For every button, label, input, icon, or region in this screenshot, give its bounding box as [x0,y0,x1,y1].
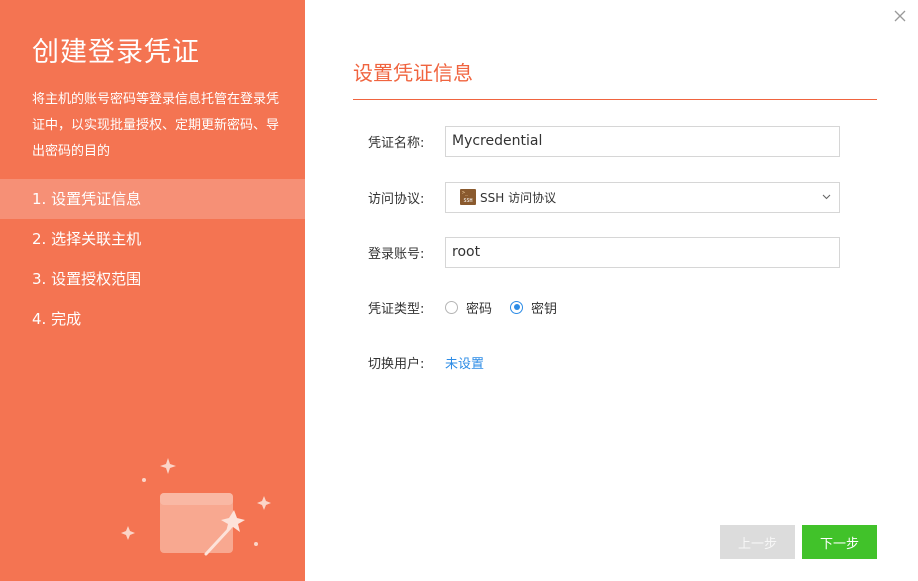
switch-user-row: 切换用户: 未设置 [368,346,848,378]
sidebar-title: 创建登录凭证 [32,37,200,68]
account-input[interactable] [445,236,840,268]
radio-label-password: 密码 [466,301,493,317]
step-item-set-scope: 3. 设置授权范围 [32,270,142,288]
step-item-select-hosts: 2. 选择关联主机 [32,230,142,248]
credential-name-label: 凭证名称: [368,135,425,151]
credential-name-input[interactable] [445,125,840,157]
ssh-icon: SSH [460,189,476,205]
prev-step-button[interactable]: 上一步 [720,525,795,559]
chevron-down-icon [821,192,831,202]
sidebar-panel: 创建登录凭证 将主机的账号密码等登录信息托管在登录凭证中，以实现批量授权、定期更… [0,0,305,581]
account-row: 登录账号: [368,236,848,268]
switch-user-link[interactable]: 未设置 [445,353,484,372]
radio-label-key: 密钥 [531,301,558,317]
step-item-set-credential: 1. 设置凭证信息 [0,179,305,219]
protocol-select[interactable]: SSH SSH 访问协议 [445,181,840,213]
credential-type-row: 凭证类型: 密码 密钥 [368,291,848,323]
next-step-button[interactable]: 下一步 [802,525,877,559]
radio-button-password[interactable] [445,300,458,314]
credential-name-row: 凭证名称: [368,125,848,157]
step-list: 1. 设置凭证信息 2. 选择关联主机 3. 设置授权范围 4. 完成 [0,179,305,339]
close-button[interactable] [890,6,910,26]
section-title: 设置凭证信息 [353,61,473,85]
radio-button-key[interactable] [510,300,524,314]
close-icon [894,10,906,22]
radio-option-password[interactable]: 密码 [445,298,492,317]
radio-option-key[interactable]: 密钥 [510,298,557,317]
section-divider [353,99,877,100]
credential-type-radio-group: 密码 密钥 [445,298,575,317]
sidebar-description: 将主机的账号密码等登录信息托管在登录凭证中，以实现批量授权、定期更新密码、导出密… [32,92,280,159]
protocol-selected-value: SSH 访问协议 [480,190,557,205]
account-label: 登录账号: [368,246,425,262]
protocol-label: 访问协议: [368,191,425,207]
switch-user-label: 切换用户: [368,356,425,372]
magic-card-illustration-icon [121,458,271,556]
protocol-row: 访问协议: SSH SSH 访问协议 [368,181,848,213]
step-item-complete: 4. 完成 [32,310,82,328]
credential-type-label: 凭证类型: [368,301,425,317]
